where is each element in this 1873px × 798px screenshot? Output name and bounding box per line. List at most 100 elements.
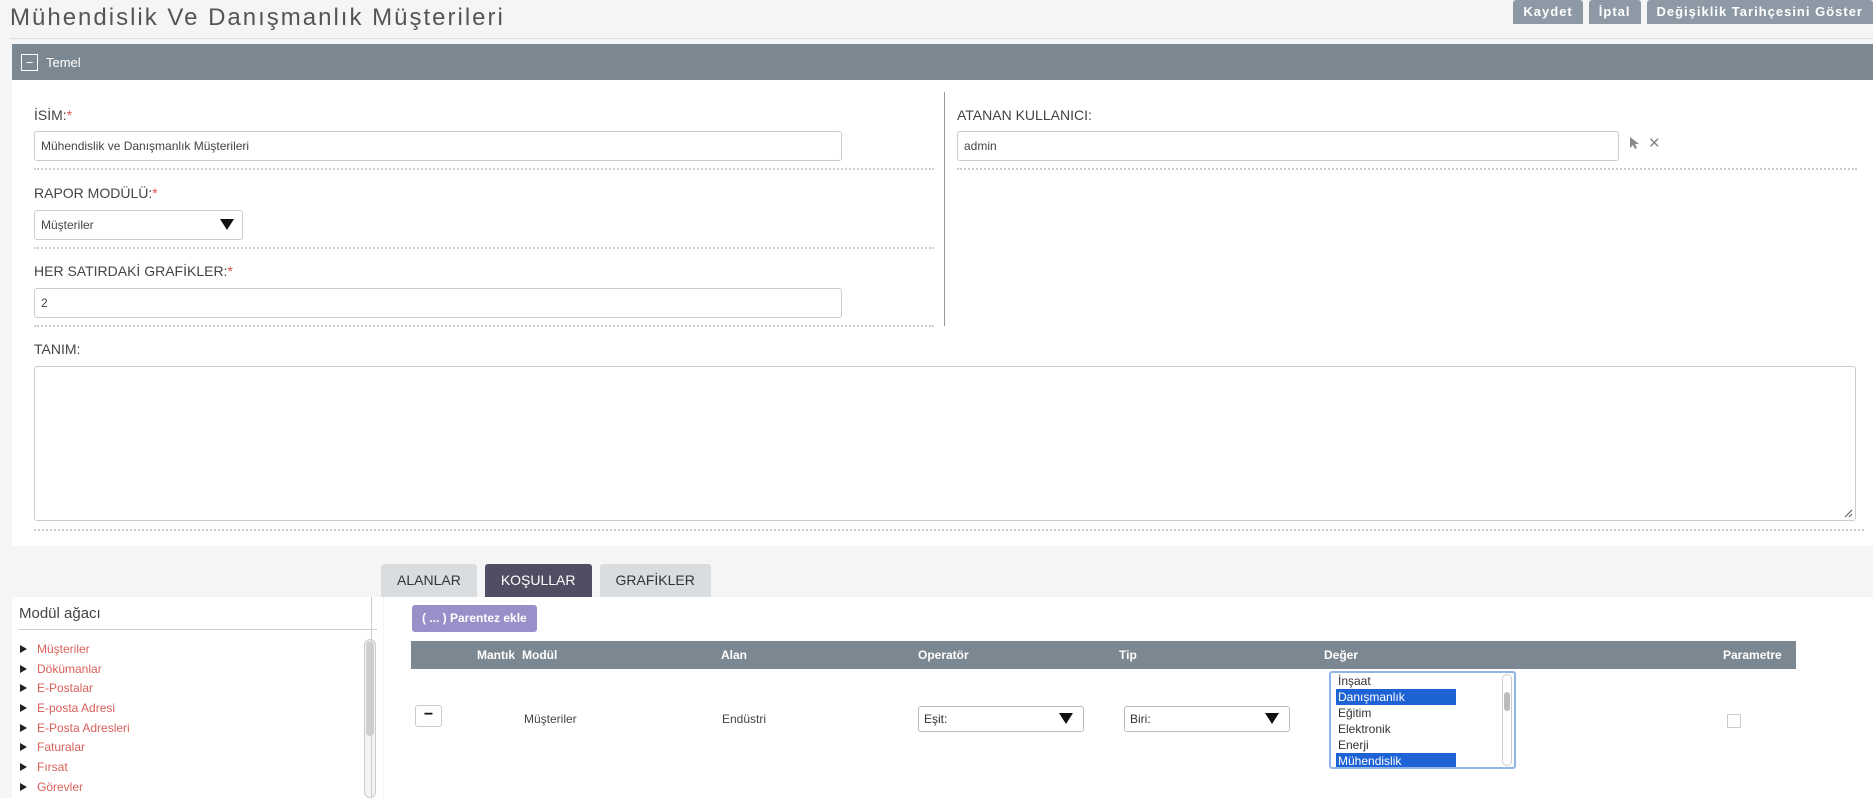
col-value: Değer — [1324, 648, 1359, 662]
expand-arrow-icon[interactable] — [20, 644, 27, 653]
title-divider — [10, 38, 1873, 39]
expand-arrow-icon[interactable] — [20, 723, 27, 732]
expand-arrow-icon[interactable] — [20, 743, 27, 752]
caret-down-icon — [220, 219, 234, 230]
report-module-value: Müşteriler — [41, 218, 94, 232]
tab-conditions[interactable]: KOŞULLAR — [484, 564, 592, 597]
tree-item[interactable]: Faturalar — [20, 737, 130, 757]
col-module: Modül — [522, 648, 558, 662]
tree-item[interactable]: E-posta Adresi — [20, 698, 130, 718]
report-module-select[interactable]: Müşteriler — [34, 210, 243, 240]
operator-value: Eşit: — [924, 712, 948, 726]
col-logic: Mantık — [477, 648, 516, 662]
required-mark: * — [227, 263, 233, 279]
tree-item[interactable]: Fırsat — [20, 757, 130, 777]
module-tree-list: Müşteriler Dökümanlar E-Postalar E-posta… — [20, 639, 130, 797]
caret-down-icon — [1265, 713, 1279, 724]
condition-module: Müşteriler — [524, 712, 577, 726]
listbox-option[interactable]: Eğitim — [1336, 705, 1456, 721]
name-input[interactable]: Mühendislik ve Danışmanlık Müşterileri — [34, 131, 842, 161]
panel-header[interactable]: − Temel — [12, 44, 1873, 80]
tree-item-label[interactable]: Dökümanlar — [37, 662, 102, 676]
save-button[interactable]: Kaydet — [1513, 0, 1583, 24]
listbox-option[interactable]: Danışmanlık — [1336, 689, 1456, 705]
name-label-text: İSİM: — [34, 107, 67, 123]
resize-grip-icon[interactable] — [1843, 508, 1853, 518]
divider — [34, 529, 1864, 531]
expand-arrow-icon[interactable] — [20, 762, 27, 771]
tree-item-label[interactable]: Müşteriler — [37, 642, 90, 656]
tab-charts[interactable]: GRAFİKLER — [599, 564, 711, 597]
listbox-option[interactable]: Enerji — [1336, 737, 1456, 753]
tree-item-label[interactable]: Görevler — [37, 780, 83, 794]
description-textarea[interactable] — [34, 366, 1856, 521]
col-parameter: Parametre — [1723, 648, 1782, 662]
page-title: Mühendislik Ve Danışmanlık Müşterileri — [10, 4, 505, 31]
required-mark: * — [66, 107, 73, 123]
tree-item-label[interactable]: E-Posta Adresleri — [37, 721, 130, 735]
charts-per-row-label: HER SATIRDAKİ GRAFİKLER:* — [34, 263, 233, 279]
tabs: ALANLAR KOŞULLAR GRAFİKLER — [381, 564, 711, 597]
tree-item-label[interactable]: E-posta Adresi — [37, 701, 115, 715]
tree-scrollbar-thumb[interactable] — [366, 641, 374, 736]
type-select[interactable]: Biri: — [1124, 706, 1290, 732]
col-operator: Operatör — [918, 648, 969, 662]
expand-arrow-icon[interactable] — [20, 664, 27, 673]
cancel-button[interactable]: İptal — [1588, 0, 1641, 24]
charts-per-row-input[interactable]: 2 — [34, 288, 842, 318]
expand-arrow-icon[interactable] — [20, 782, 27, 791]
change-history-button[interactable]: Değişiklik Tarihçesini Göster — [1646, 0, 1873, 24]
panel-title: Temel — [46, 54, 81, 70]
tree-item[interactable]: E-Postalar — [20, 678, 130, 698]
column-separator — [944, 92, 945, 326]
charts-per-row-label-text: HER SATIRDAKİ GRAFİKLER: — [34, 263, 228, 279]
remove-condition-button[interactable]: − — [415, 705, 442, 727]
assigned-user-label: ATANAN KULLANICI: — [957, 107, 1092, 123]
report-module-label-text: RAPOR MODÜLÜ: — [34, 185, 153, 201]
assigned-user-input[interactable]: admin — [957, 131, 1619, 161]
listbox-option[interactable]: Elektronik — [1336, 721, 1456, 737]
add-parenthesis-button[interactable]: ( ... ) Parentez ekle — [412, 605, 537, 632]
tree-item-label[interactable]: Fırsat — [37, 760, 68, 774]
col-field: Alan — [721, 648, 748, 662]
report-module-label: RAPOR MODÜLÜ:* — [34, 185, 158, 201]
expand-arrow-icon[interactable] — [20, 684, 27, 693]
tree-item-label[interactable]: Faturalar — [37, 740, 85, 754]
expand-arrow-icon[interactable] — [20, 703, 27, 712]
listbox-scrollbar[interactable] — [1502, 674, 1512, 766]
module-tree-title: Modül ağacı — [19, 605, 101, 622]
divider — [34, 168, 934, 170]
col-type: Tip — [1119, 648, 1137, 662]
module-tree-panel: Modül ağacı Müşteriler Dökümanlar E-Post… — [12, 597, 383, 798]
required-mark: * — [152, 185, 158, 201]
name-label: İSİM:* — [34, 107, 72, 123]
value-listbox[interactable]: İnşaat Danışmanlık Eğitim Elektronik Ene… — [1329, 671, 1516, 769]
tree-scrollbar[interactable] — [364, 639, 376, 798]
tree-item[interactable]: E-Posta Adresleri — [20, 718, 130, 738]
select-user-cursor-icon[interactable] — [1629, 136, 1641, 150]
top-actions: Kaydet İptal Değişiklik Tarihçesini Göst… — [1513, 0, 1873, 24]
operator-select[interactable]: Eşit: — [918, 706, 1084, 732]
divider — [957, 168, 1857, 170]
caret-down-icon — [1059, 713, 1073, 724]
collapse-icon[interactable]: − — [21, 53, 38, 71]
divider — [19, 629, 377, 630]
description-label: TANIM: — [34, 341, 81, 357]
divider — [34, 325, 934, 327]
divider — [34, 247, 934, 249]
conditions-table-header: Mantık Modül Alan Operatör Tip Değer Par… — [411, 641, 1796, 669]
tree-item[interactable]: Görevler — [20, 777, 130, 797]
tree-item[interactable]: Dökümanlar — [20, 659, 130, 679]
tree-separator — [371, 597, 372, 798]
clear-icon[interactable]: ✕ — [1648, 134, 1661, 152]
conditions-area: ( ... ) Parentez ekle Mantık Modül Alan … — [384, 597, 1873, 798]
listbox-option[interactable]: İnşaat — [1336, 673, 1456, 689]
listbox-scrollbar-thumb[interactable] — [1504, 692, 1510, 711]
parameter-checkbox[interactable] — [1727, 714, 1741, 728]
tree-item[interactable]: Müşteriler — [20, 639, 130, 659]
listbox-option[interactable]: Mühendislik — [1336, 753, 1456, 767]
tab-fields[interactable]: ALANLAR — [381, 564, 477, 597]
tree-item-label[interactable]: E-Postalar — [37, 681, 93, 695]
basic-panel: − Temel İSİM:* Mühendislik ve Danışmanlı… — [12, 44, 1873, 546]
condition-field: Endüstri — [722, 712, 767, 726]
